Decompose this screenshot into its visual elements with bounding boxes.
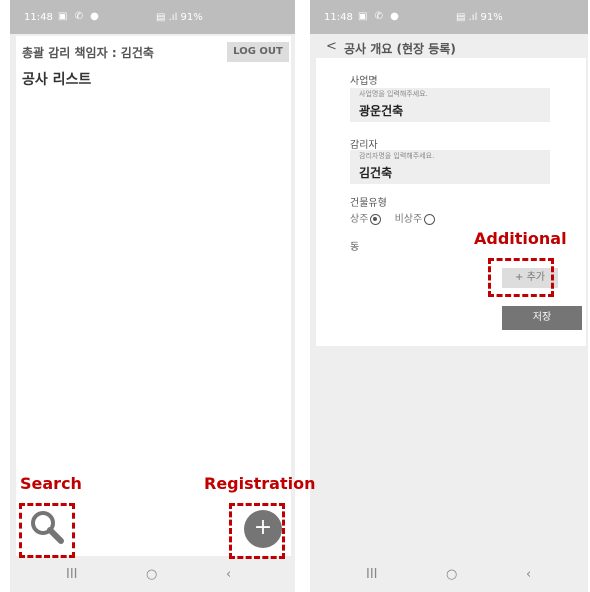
signal-battery: ▤ .ıl 91% [156,12,203,23]
navigation-bar: III ○ ‹ [310,558,588,592]
registration-form: < 공사 개요 (현장 등록) 사업명 사업명을 입력해주세요. 광운건축 감리… [316,36,586,346]
status-bar: 11:48 ▣ ✆ ● ▤ .ıl 91% [10,0,295,34]
annotation-search: Search [20,474,82,493]
status-icons: ▣ ✆ ● [58,11,101,22]
status-bar: 11:48 ▣ ✆ ● ▤ .ıl 91% [310,0,588,34]
project-list-title: 공사 리스트 [22,72,92,88]
back-button[interactable]: ‹ [226,567,231,582]
navigation-bar: III ○ ‹ [10,558,295,592]
status-time: 11:48 [24,12,53,23]
radio-resident[interactable] [370,213,382,225]
logout-button[interactable]: LOG OUT [227,42,289,62]
recent-apps-button[interactable]: III [366,567,378,582]
annotation-additional-box [488,258,554,297]
radio-nonresident[interactable] [424,213,436,225]
home-button[interactable]: ○ [446,567,457,582]
page-title: 공사 개요 (현장 등록) [344,42,456,56]
building-type-options: 상주 비상주 [350,210,445,225]
annotation-additional: Additional [474,229,567,248]
supervisor-label: 총괄 감리 책임자 : 김건축 [22,46,154,60]
annotation-registration: Registration [204,474,316,493]
supervisor-name-field[interactable]: 감리자명을 입력해주세요. 김건축 [350,150,550,184]
option-nonresident-label: 비상주 [394,214,423,225]
supervisor-name-value: 김건축 [359,166,393,180]
building-type-label: 건물유형 [350,198,387,209]
supervisor-name-placeholder: 감리자명을 입력해주세요. [359,152,435,160]
signal-battery: ▤ .ıl 91% [456,12,503,23]
business-name-placeholder: 사업명을 입력해주세요. [359,90,428,98]
recent-apps-button[interactable]: III [66,567,78,582]
status-icons: ▣ ✆ ● [358,11,401,22]
home-button[interactable]: ○ [146,567,157,582]
supervisor-field-label: 감리자 [350,140,378,151]
save-button[interactable]: 저장 [502,306,582,330]
form-header: < 공사 개요 (현장 등록) [316,36,586,58]
dong-label: 동 [350,242,360,253]
status-time: 11:48 [324,12,353,23]
header-row: 총괄 감리 책임자 : 김건축 LOG OUT [16,40,291,62]
annotation-search-box [19,503,75,558]
business-name-value: 광운건축 [359,104,404,118]
business-name-label: 사업명 [350,76,378,87]
annotation-registration-box [229,503,285,559]
back-arrow-icon[interactable]: < [326,39,337,54]
business-name-field[interactable]: 사업명을 입력해주세요. 광운건축 [350,88,550,122]
option-resident-label: 상주 [350,214,369,225]
back-button[interactable]: ‹ [526,567,531,582]
